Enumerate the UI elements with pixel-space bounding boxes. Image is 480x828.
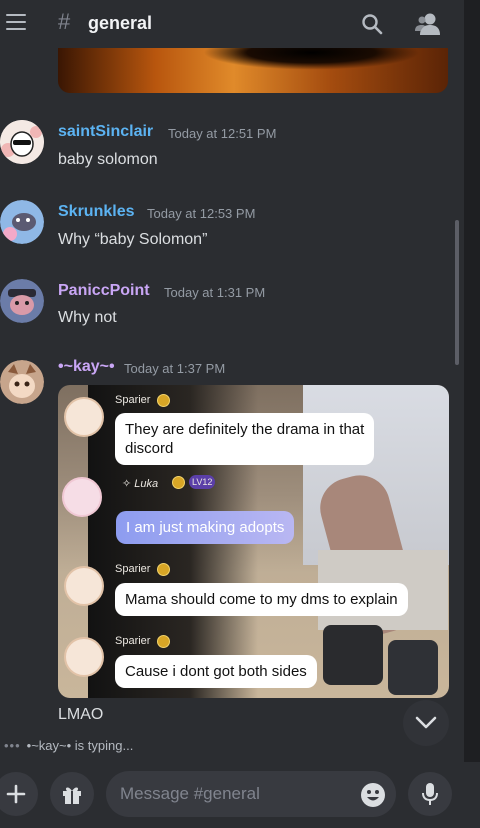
- typing-text: •~kay~• is typing...: [26, 738, 134, 753]
- badge-icon: [157, 394, 170, 407]
- scrollbar[interactable]: [455, 220, 459, 365]
- message-text: LMAO: [58, 706, 104, 723]
- user-avatar-icon: [0, 120, 44, 164]
- username[interactable]: PaniccPoint: [58, 282, 150, 300]
- user-avatar-icon: [0, 279, 44, 323]
- user-avatar-icon: [0, 200, 44, 244]
- timestamp: Today at 1:37 PM: [124, 361, 226, 376]
- gift-icon: [63, 787, 81, 804]
- avatar[interactable]: [0, 279, 44, 323]
- timestamp: Today at 12:53 PM: [147, 206, 256, 221]
- timestamp: Today at 12:51 PM: [168, 126, 277, 141]
- level-badge: LV12: [189, 475, 216, 489]
- avatar[interactable]: [0, 360, 44, 404]
- add-attachment-button[interactable]: [0, 772, 38, 816]
- username[interactable]: saintSinclair: [58, 123, 153, 141]
- embed-avatar: [64, 566, 104, 606]
- embed-avatar: [64, 397, 104, 437]
- timestamp: Today at 1:31 PM: [164, 285, 266, 300]
- badge-icon: [157, 563, 170, 576]
- microphone-icon: [422, 783, 438, 805]
- username[interactable]: Skrunkles: [58, 203, 134, 221]
- photo-background: [388, 640, 438, 695]
- embed-avatar: [62, 477, 102, 517]
- embed-message-text: I am just making adopts: [126, 519, 285, 536]
- badge-icon: [157, 635, 170, 648]
- search-icon[interactable]: [360, 12, 384, 36]
- embed-username: Sparier: [115, 394, 151, 406]
- gift-button[interactable]: [50, 772, 94, 816]
- badge-icon: [172, 476, 185, 489]
- typing-indicator: ••• •~kay~• is typing...: [4, 738, 133, 753]
- avatar[interactable]: [0, 120, 44, 164]
- image-embed[interactable]: Sparier They are definitely the drama in…: [58, 385, 449, 698]
- photo-background: [323, 625, 383, 685]
- embed-message-text: Cause i dont got both sides: [125, 663, 307, 680]
- embed-username: ✧ Luka: [122, 478, 159, 490]
- message-text: Why not: [58, 309, 117, 326]
- voice-message-button[interactable]: [408, 772, 452, 816]
- embed-message-text: discord: [125, 440, 174, 457]
- embed-message: Cause i dont got both sides: [115, 655, 317, 688]
- user-avatar-icon: [0, 360, 44, 404]
- embed-message: I am just making adopts: [116, 511, 295, 544]
- image-attachment[interactable]: [58, 48, 448, 93]
- typing-dots-icon: •••: [4, 738, 21, 753]
- members-icon[interactable]: [414, 11, 442, 37]
- message-text: baby solomon: [58, 151, 158, 168]
- embed-avatar: [64, 637, 104, 677]
- hamburger-icon[interactable]: [6, 14, 26, 30]
- channel-header: # general: [0, 0, 464, 48]
- embed-message: They are definitely the drama in that di…: [115, 413, 375, 465]
- embed-message-text: They are definitely the drama in that: [125, 421, 365, 438]
- plus-icon: [6, 784, 26, 804]
- chevron-down-icon: [415, 716, 437, 729]
- embed-message-text: Mama should come to my dms to explain: [125, 591, 398, 608]
- embed-message: Mama should come to my dms to explain: [115, 583, 408, 616]
- channel-title[interactable]: general: [88, 13, 152, 34]
- emoji-icon[interactable]: [360, 782, 386, 808]
- embed-username: Sparier: [115, 563, 151, 575]
- embed-username: Sparier: [115, 635, 151, 647]
- message-text: Why “baby Solomon”: [58, 231, 208, 248]
- avatar[interactable]: [0, 200, 44, 244]
- scroll-track: [464, 0, 480, 828]
- message-input[interactable]: [106, 771, 396, 817]
- message-composer: [0, 762, 480, 828]
- jump-to-present-button[interactable]: [403, 700, 449, 746]
- username[interactable]: •~kay~•: [58, 358, 115, 376]
- channel-hash-icon: #: [58, 9, 71, 34]
